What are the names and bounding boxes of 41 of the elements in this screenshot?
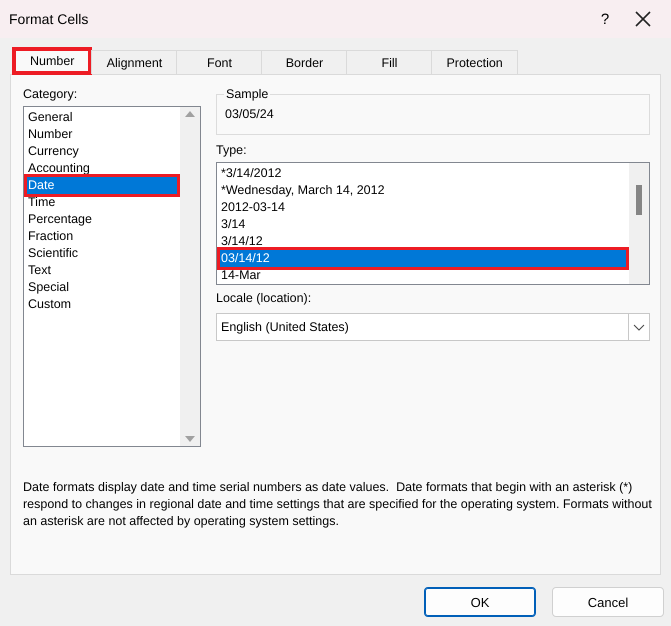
help-button[interactable]: ? [585,10,625,28]
window-title: Format Cells [9,11,90,27]
list-item[interactable]: 14-Mar [220,267,629,284]
type-list[interactable]: *3/14/2012 *Wednesday, March 14, 2012 2012-03-14 3/14 3/14/12 03/14/12 14-Mar [216,162,650,285]
list-item[interactable]: *Wednesday, March 14, 2012 [220,182,629,199]
category-label: Category: [23,87,78,103]
chevron-down-icon [633,324,645,330]
tab[interactable]: Alignment [91,50,178,74]
dialog-button[interactable]: OK [424,587,536,617]
description-text: Date formats display date and time serial numbers as date values. Date formats that begin with an asterisk (*) respond to changes in regional date and time settings that are specified for the operating system. Formats without an asterisk are not affected by operating system settings. [23,479,653,530]
list-item[interactable]: Currency [27,143,180,160]
list-item[interactable]: 3/14/12 [220,233,629,250]
list-item[interactable]: Scientific [27,245,180,262]
scrollbar[interactable] [180,107,200,446]
list-item[interactable]: Number [27,126,180,143]
type-label: Type: [216,143,248,159]
locale-label: Locale (location): [216,291,312,307]
sample-value: 03/05/24 [225,107,275,121]
scroll-thumb[interactable] [636,185,642,215]
scroll-up-icon[interactable] [185,111,195,117]
list-item[interactable]: 03/14/12 [217,247,629,270]
tab[interactable]: Protection [431,50,518,74]
list-item[interactable]: Custom [27,296,180,313]
list-item[interactable]: General [27,109,180,126]
scroll-down-icon[interactable] [185,436,195,442]
sample-label: Sample [225,87,270,101]
list-item[interactable]: Percentage [27,211,180,228]
list-item[interactable]: Time [27,194,180,211]
list-item[interactable]: 3/14 [220,216,629,233]
tab[interactable]: Number [12,47,92,75]
scrollbar[interactable] [629,163,649,284]
category-list[interactable]: General Number Currency Accounting Date Time Percentage Fraction Scientific Text Special Custom [23,106,201,447]
list-item[interactable]: Accounting [27,160,180,177]
list-item[interactable]: Special [27,279,180,296]
list-item[interactable]: Text [27,262,180,279]
list-item[interactable]: 2012-03-14 [220,199,629,216]
list-item[interactable]: *3/14/2012 [220,165,629,182]
list-item[interactable]: Fraction [27,228,180,245]
locale-dropdown[interactable]: English (United States) [216,313,650,341]
list-item[interactable]: Date [24,174,180,197]
dialog-button[interactable]: Cancel [552,587,664,617]
